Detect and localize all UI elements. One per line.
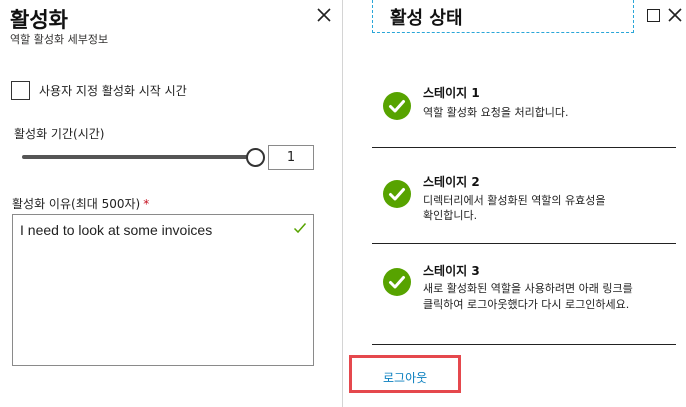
check-circle-icon: [383, 92, 411, 120]
required-marker: *: [143, 197, 150, 211]
stage-title: 스테이지 1: [423, 86, 480, 100]
activation-panel: 활성화 역할 활성화 세부정보 사용자 지정 활성화 시작 시간 활성화 기간(…: [0, 0, 342, 407]
panel-subtitle: 역할 활성화 세부정보: [10, 33, 109, 46]
stage-description: 새로 활성화된 역할을 사용하려면 아래 링크를: [423, 282, 633, 295]
duration-slider-thumb[interactable]: [246, 148, 265, 167]
checkmark-icon: [293, 220, 307, 234]
logout-link[interactable]: 로그아웃: [383, 369, 427, 386]
stage-description: 역할 활성화 요청을 처리합니다.: [423, 106, 569, 119]
stage-description: 클릭하여 로그아웃했다가 다시 로그인하세요.: [423, 298, 630, 311]
stage-title: 스테이지 3: [423, 264, 480, 278]
panel-title: 활성화: [10, 8, 68, 32]
stage-title: 스테이지 2: [423, 175, 480, 189]
stage-separator: [372, 147, 676, 148]
custom-start-checkbox[interactable]: [11, 81, 30, 100]
stage-separator: [372, 344, 676, 345]
stage-separator: [372, 243, 676, 244]
check-circle-icon: [383, 268, 411, 296]
custom-start-label: 사용자 지정 활성화 시작 시간: [39, 84, 187, 98]
duration-slider-track[interactable]: [22, 155, 253, 159]
reason-label: 활성화 이유(최대 500자) *: [12, 195, 149, 212]
status-panel-title: 활성 상태: [390, 8, 463, 29]
stage-description: 디렉터리에서 활성화된 역할의 유효성을: [423, 194, 606, 207]
stage-description: 확인합니다.: [423, 209, 478, 222]
reason-textarea[interactable]: I need to look at some invoices: [12, 214, 314, 366]
duration-input[interactable]: 1: [268, 145, 314, 170]
reason-label-text: 활성화 이유(최대 500자): [12, 197, 141, 211]
maximize-icon[interactable]: [647, 9, 660, 22]
close-icon[interactable]: [665, 5, 685, 25]
close-icon[interactable]: [314, 5, 334, 25]
check-circle-icon: [383, 180, 411, 208]
reason-text: I need to look at some invoices: [20, 222, 213, 238]
duration-label: 활성화 기간(시간): [14, 127, 105, 141]
pane-divider: [342, 0, 343, 407]
